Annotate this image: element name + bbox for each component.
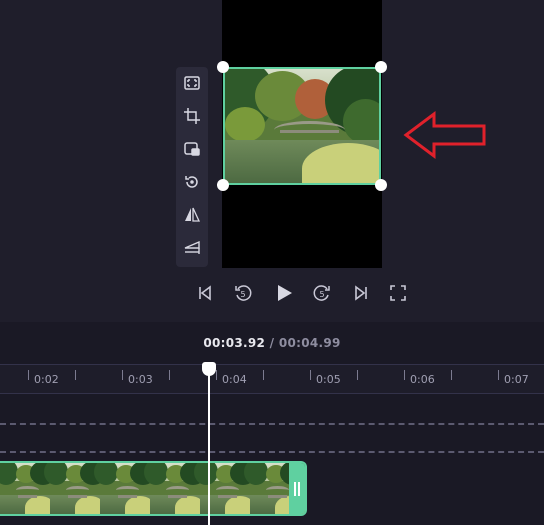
- resize-handle-bottom-left[interactable]: [217, 179, 229, 191]
- forward-5s-icon[interactable]: 5: [309, 280, 335, 306]
- crop-icon[interactable]: [180, 104, 204, 128]
- clip-thumbnail: [144, 463, 206, 514]
- fit-screen-icon[interactable]: [180, 71, 204, 95]
- track-separator: [0, 451, 544, 453]
- total-time: 00:04.99: [278, 336, 341, 350]
- svg-text:5: 5: [241, 290, 246, 299]
- ruler-label: 0:05: [316, 373, 341, 386]
- bridge: [274, 121, 346, 139]
- ruler-label: 0:07: [504, 373, 529, 386]
- flip-vertical-icon[interactable]: [180, 236, 204, 260]
- resize-handle-bottom-right[interactable]: [375, 179, 387, 191]
- clip-thumbnail: [0, 463, 56, 514]
- picture-in-picture-icon[interactable]: [180, 137, 204, 161]
- clip-thumbnail: [44, 463, 106, 514]
- timeline-ruler[interactable]: 0:02 0:03 0:04 0:05 0:06 0:07: [0, 364, 544, 394]
- skip-to-end-icon[interactable]: [348, 280, 374, 306]
- selected-video-clip[interactable]: [223, 67, 381, 185]
- rewind-5s-icon[interactable]: 5: [230, 280, 256, 306]
- time-separator: /: [265, 336, 279, 350]
- video-track-clip[interactable]: [0, 461, 307, 516]
- timecode-display: 00:03.92 / 00:04.99: [0, 336, 544, 350]
- ruler-label: 0:02: [34, 373, 59, 386]
- annotation-arrow: [403, 111, 486, 159]
- fullscreen-icon[interactable]: [385, 280, 411, 306]
- ruler-label: 0:03: [128, 373, 153, 386]
- ruler-label: 0:06: [410, 373, 435, 386]
- resize-handle-top-right[interactable]: [375, 61, 387, 73]
- clip-thumbnail: [94, 463, 156, 514]
- playback-controls: 5 5: [0, 280, 544, 306]
- rotate-icon[interactable]: [180, 170, 204, 194]
- ruler-label: 0:04: [222, 373, 247, 386]
- skip-to-start-icon[interactable]: [192, 280, 218, 306]
- current-time: 00:03.92: [203, 336, 266, 350]
- track-separator: [0, 423, 544, 425]
- flip-horizontal-icon[interactable]: [180, 203, 204, 227]
- playhead-line[interactable]: [208, 368, 210, 525]
- svg-text:5: 5: [320, 290, 325, 299]
- clip-toolbar: [176, 67, 208, 267]
- trim-handle-right[interactable]: [289, 463, 305, 514]
- playhead-handle[interactable]: [202, 362, 216, 376]
- play-icon[interactable]: [271, 280, 297, 306]
- resize-handle-top-left[interactable]: [217, 61, 229, 73]
- garden-scene-image: [225, 69, 379, 183]
